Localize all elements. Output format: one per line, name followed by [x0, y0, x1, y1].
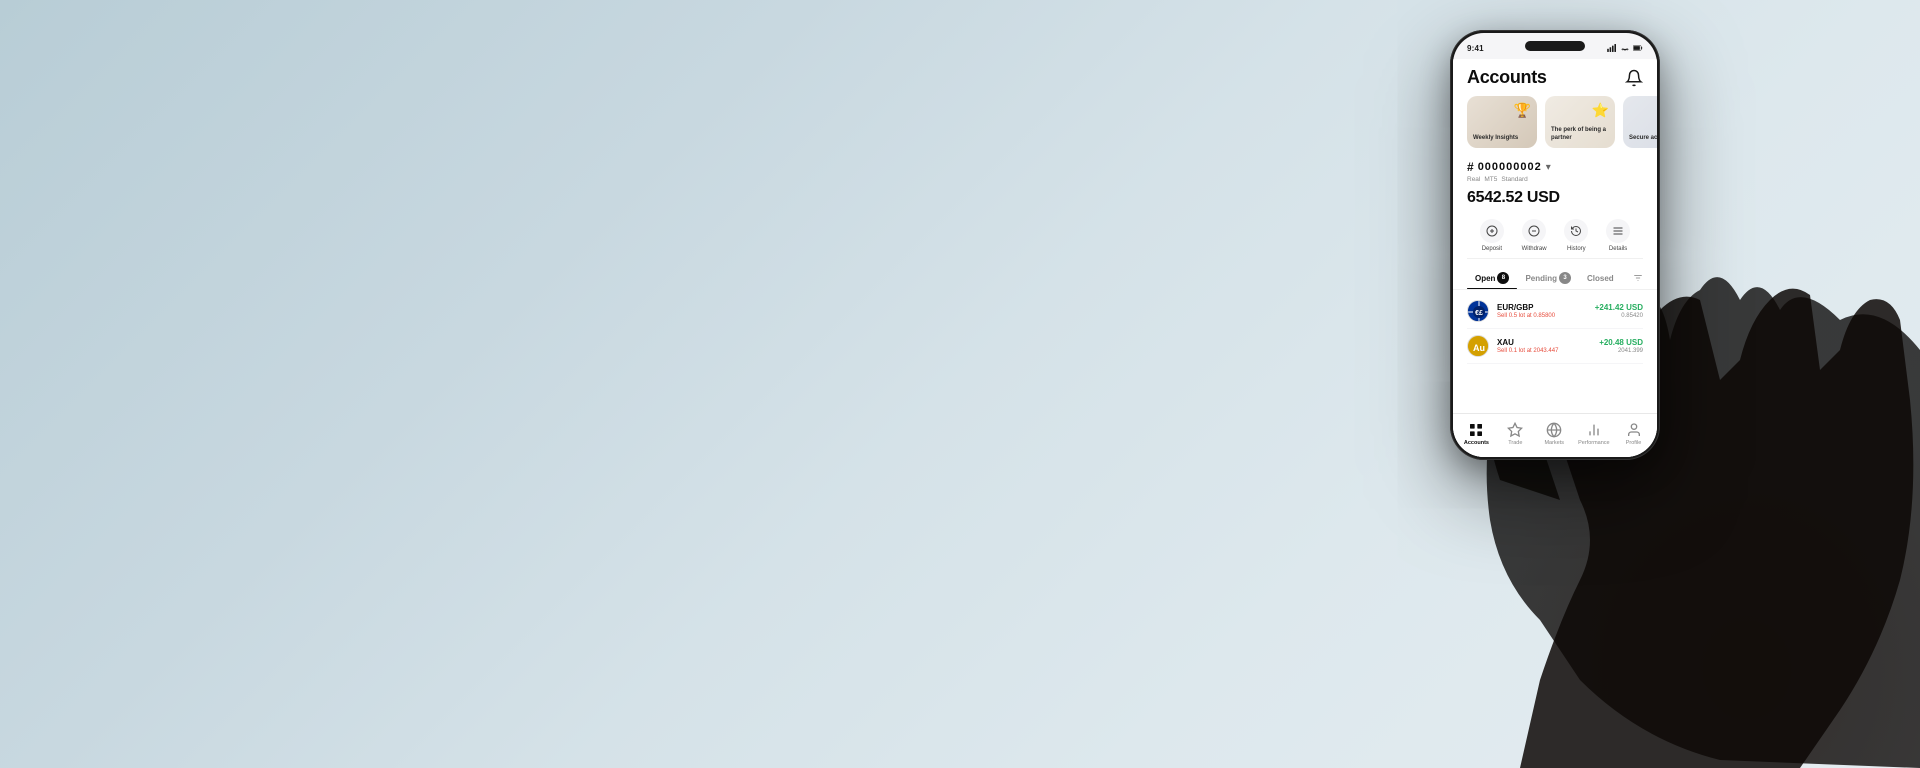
- nav-trade[interactable]: Trade: [1500, 422, 1530, 446]
- status-time: 9:41: [1467, 44, 1484, 53]
- trade-eurgbp-price: 0.85420: [1595, 313, 1643, 319]
- details-label: Details: [1609, 246, 1627, 252]
- app-header: Accounts: [1453, 59, 1657, 92]
- account-number: 000000002: [1478, 161, 1542, 173]
- account-number-row[interactable]: # 000000002 ▾: [1467, 160, 1643, 174]
- profile-nav-label: Profile: [1626, 440, 1642, 446]
- history-label: History: [1567, 246, 1586, 252]
- flag-xau: Au: [1467, 335, 1489, 357]
- markets-nav-icon: [1546, 422, 1562, 438]
- trade-row-xau[interactable]: Au XAU Sell 0.1 lot at 204: [1467, 329, 1643, 364]
- trade-xau-price: 2041.399: [1599, 348, 1643, 354]
- bell-icon[interactable]: [1625, 69, 1643, 87]
- phone-device: 9:41: [1450, 30, 1660, 460]
- nav-performance[interactable]: Performance: [1578, 422, 1610, 446]
- tab-closed-label: Closed: [1587, 274, 1614, 283]
- profile-nav-icon: [1626, 422, 1642, 438]
- open-badge: 8: [1497, 272, 1509, 284]
- nav-accounts[interactable]: Accounts: [1461, 422, 1491, 446]
- tag-mt5: MT5: [1484, 176, 1497, 183]
- account-chevron-icon: ▾: [1546, 162, 1551, 173]
- battery-icon: [1633, 44, 1643, 52]
- trade-eurgbp-pair: EUR/GBP: [1497, 303, 1595, 312]
- app-content: Accounts 🏆 Weekly Insights: [1453, 59, 1657, 457]
- sort-icon[interactable]: [1633, 273, 1643, 286]
- page-title: Accounts: [1467, 67, 1547, 88]
- promo-partner-text: The perk of being a partner: [1551, 127, 1609, 143]
- signal-icon: [1607, 44, 1617, 52]
- trade-nav-label: Trade: [1508, 440, 1522, 446]
- dynamic-island: [1525, 41, 1585, 51]
- wifi-icon: [1620, 44, 1630, 52]
- phone-wrapper: 9:41: [1450, 30, 1660, 460]
- withdraw-label: Withdraw: [1522, 246, 1547, 252]
- trade-xau-detail: Sell 0.1 lot at 2043.447: [1497, 348, 1599, 354]
- promo-weekly-text: Weekly Insights: [1473, 135, 1531, 143]
- trade-eurgbp-pnl: +241.42 USD: [1595, 303, 1643, 312]
- nav-profile[interactable]: Profile: [1619, 422, 1649, 446]
- status-icons: [1607, 44, 1643, 52]
- promo-cards-container: 🏆 Weekly Insights ⭐ The perk of being a …: [1453, 92, 1657, 152]
- tab-pending[interactable]: Pending 3: [1517, 269, 1579, 289]
- accounts-nav-icon: [1468, 422, 1484, 438]
- flag-eurgbp: €£: [1467, 300, 1489, 322]
- account-balance: 6542.52 USD: [1467, 189, 1643, 207]
- details-button[interactable]: Details: [1606, 219, 1630, 252]
- tag-standard: Standard: [1501, 176, 1527, 183]
- trade-xau-info: XAU Sell 0.1 lot at 2043.447: [1497, 338, 1599, 354]
- performance-nav-icon: [1586, 422, 1602, 438]
- trade-xau-values: +20.48 USD 2041.399: [1599, 338, 1643, 354]
- trade-row-eurgbp[interactable]: €£ EUR/GBP Sell 0.5 lot at: [1467, 294, 1643, 329]
- promo-card-partner[interactable]: ⭐ The perk of being a partner: [1545, 96, 1615, 148]
- history-icon: [1564, 219, 1588, 243]
- tab-pending-label: Pending: [1525, 274, 1557, 283]
- promo-card-secure[interactable]: 🔒 Secure acco...: [1623, 96, 1657, 148]
- withdraw-button[interactable]: Withdraw: [1522, 219, 1547, 252]
- withdraw-icon: [1522, 219, 1546, 243]
- svg-text:€£: €£: [1475, 310, 1483, 317]
- details-icon: [1606, 219, 1630, 243]
- deposit-label: Deposit: [1482, 246, 1502, 252]
- action-buttons: Deposit Withdraw: [1467, 215, 1643, 259]
- weekly-icon: 🏆: [1514, 102, 1531, 119]
- trade-list: €£ EUR/GBP Sell 0.5 lot at: [1453, 290, 1657, 368]
- promo-card-weekly[interactable]: 🏆 Weekly Insights: [1467, 96, 1537, 148]
- trades-tabs: Open 8 Pending 3 Closed: [1453, 263, 1657, 290]
- partner-icon: ⭐: [1592, 102, 1609, 119]
- nav-markets[interactable]: Markets: [1539, 422, 1569, 446]
- performance-nav-label: Performance: [1578, 440, 1610, 446]
- svg-text:Au: Au: [1473, 343, 1485, 353]
- tab-open[interactable]: Open 8: [1467, 269, 1517, 289]
- account-hash: #: [1467, 160, 1474, 174]
- trade-nav-icon: [1507, 422, 1523, 438]
- tab-closed[interactable]: Closed: [1579, 271, 1622, 288]
- history-button[interactable]: History: [1564, 219, 1588, 252]
- accounts-nav-label: Accounts: [1464, 440, 1489, 446]
- phone-screen: 9:41: [1453, 33, 1657, 457]
- scene: 9:41: [0, 0, 1920, 768]
- markets-nav-label: Markets: [1544, 440, 1564, 446]
- bottom-nav: Accounts Trade: [1453, 413, 1657, 457]
- pending-badge: 3: [1559, 272, 1571, 284]
- trade-xau-pair: XAU: [1497, 338, 1599, 347]
- account-section: # 000000002 ▾ Real MT5 Standard 6542.52 …: [1453, 152, 1657, 263]
- deposit-icon: [1480, 219, 1504, 243]
- promo-secure-text: Secure acco...: [1629, 135, 1657, 143]
- tag-real: Real: [1467, 176, 1480, 183]
- trade-eurgbp-values: +241.42 USD 0.85420: [1595, 303, 1643, 319]
- trade-eurgbp-info: EUR/GBP Sell 0.5 lot at 0.85800: [1497, 303, 1595, 319]
- trade-eurgbp-detail: Sell 0.5 lot at 0.85800: [1497, 313, 1595, 319]
- account-tags: Real MT5 Standard: [1467, 176, 1643, 183]
- tab-open-label: Open: [1475, 274, 1495, 283]
- deposit-button[interactable]: Deposit: [1480, 219, 1504, 252]
- trade-xau-pnl: +20.48 USD: [1599, 338, 1643, 347]
